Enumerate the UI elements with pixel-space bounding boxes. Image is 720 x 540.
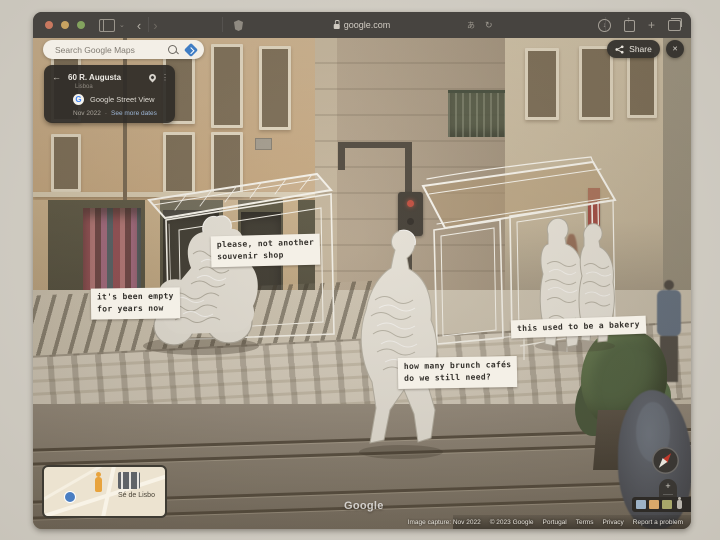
browser-toolbar: ⌄ ‹ › google.com あ ↻ ↓ + (33, 12, 691, 38)
page-tools: あ ↻ (467, 12, 493, 38)
compass-control[interactable] (652, 447, 679, 474)
attribution-link[interactable]: Privacy (602, 519, 623, 526)
attribution-link[interactable]: Portugal (543, 519, 567, 526)
image-capture-date: Image capture: Nov 2022 (408, 519, 481, 526)
zoom-in-button[interactable]: + (665, 481, 670, 491)
dot-separator: · (105, 110, 107, 117)
browser-share-icon[interactable] (624, 20, 635, 32)
minimap-place-label: Sé de Lisbo (118, 492, 155, 499)
imagery-thumbnail[interactable] (649, 500, 659, 509)
share-button[interactable]: Share (607, 40, 660, 58)
chevron-down-icon[interactable]: ⌄ (119, 21, 125, 29)
google-logo-icon: G (73, 94, 84, 105)
place-subtitle: Lisboa (75, 84, 93, 90)
compass-needle-south (656, 458, 667, 470)
copyright-text: © 2023 Google (490, 519, 534, 526)
divider (663, 494, 673, 495)
search-input[interactable] (53, 44, 168, 56)
zoom-window-button[interactable] (77, 21, 85, 29)
tab-overview-icon[interactable] (668, 20, 681, 31)
capture-date-label: Nov 2022 (73, 110, 101, 117)
browser-window: ⌄ ‹ › google.com あ ↻ ↓ + (33, 12, 691, 529)
overflow-menu-button[interactable]: ⋮ (161, 73, 169, 82)
share-icon (615, 45, 624, 54)
google-watermark: Google (344, 500, 384, 512)
panel-back-button[interactable]: ← (52, 72, 61, 82)
reload-button[interactable]: ↻ (485, 20, 493, 31)
search-box[interactable] (43, 40, 204, 59)
share-label: Share (629, 44, 652, 54)
annotation-note: how many brunch cafés do we still need? (398, 356, 518, 389)
back-button[interactable]: ‹ (137, 19, 141, 32)
landmark-building-icon (118, 472, 140, 489)
imagery-thumbnail[interactable] (636, 500, 646, 509)
metro-station-icon (64, 491, 76, 503)
new-tab-button[interactable]: + (648, 18, 655, 32)
forward-button[interactable]: › (153, 19, 157, 32)
attribution-link[interactable]: Terms (576, 519, 594, 526)
attribution-link[interactable]: Report a problem (633, 519, 683, 526)
place-title: 60 R. Augusta (68, 73, 121, 82)
street-view-source-label: Google Street View (90, 95, 154, 104)
toolbar-divider (222, 17, 223, 32)
minimap[interactable]: Sé de Lisbo (42, 465, 167, 518)
imagery-thumbnails[interactable] (632, 497, 691, 512)
privacy-shield-icon[interactable] (234, 20, 243, 31)
toolbar-right-cluster: ↓ + (598, 12, 681, 38)
sidebar-toggle-icon[interactable] (99, 19, 115, 32)
downloads-icon[interactable]: ↓ (598, 19, 611, 32)
search-icon[interactable] (168, 45, 177, 54)
see-more-dates-link[interactable]: See more dates (111, 110, 157, 117)
toolbar-divider (148, 17, 149, 32)
url-text: google.com (344, 20, 391, 30)
window-controls (45, 21, 85, 29)
close-street-view-button[interactable]: ✕ (666, 40, 684, 58)
translate-icon[interactable]: あ (467, 20, 475, 31)
address-bar[interactable]: google.com (334, 12, 391, 38)
attribution-bar: Image capture: Nov 2022 © 2023 Google Po… (453, 515, 691, 529)
imagery-thumbnail[interactable] (662, 500, 672, 509)
directions-icon[interactable] (184, 42, 198, 56)
map-pin-icon (148, 72, 158, 82)
sketch-walking-figure (359, 230, 443, 459)
pegman-mini-icon[interactable] (677, 500, 682, 509)
sketch-awning-right (423, 157, 615, 228)
place-panel: ← 60 R. Augusta ⋮ Lisboa G Google Street… (44, 65, 175, 123)
sketch-awning-left (149, 174, 331, 218)
lock-icon (334, 24, 340, 29)
minimize-window-button[interactable] (61, 21, 69, 29)
pegman-icon[interactable] (95, 477, 102, 492)
annotation-note: please, not another souvenir shop (211, 234, 321, 268)
close-window-button[interactable] (45, 21, 53, 29)
annotation-note: it's been empty for years now (91, 287, 180, 319)
